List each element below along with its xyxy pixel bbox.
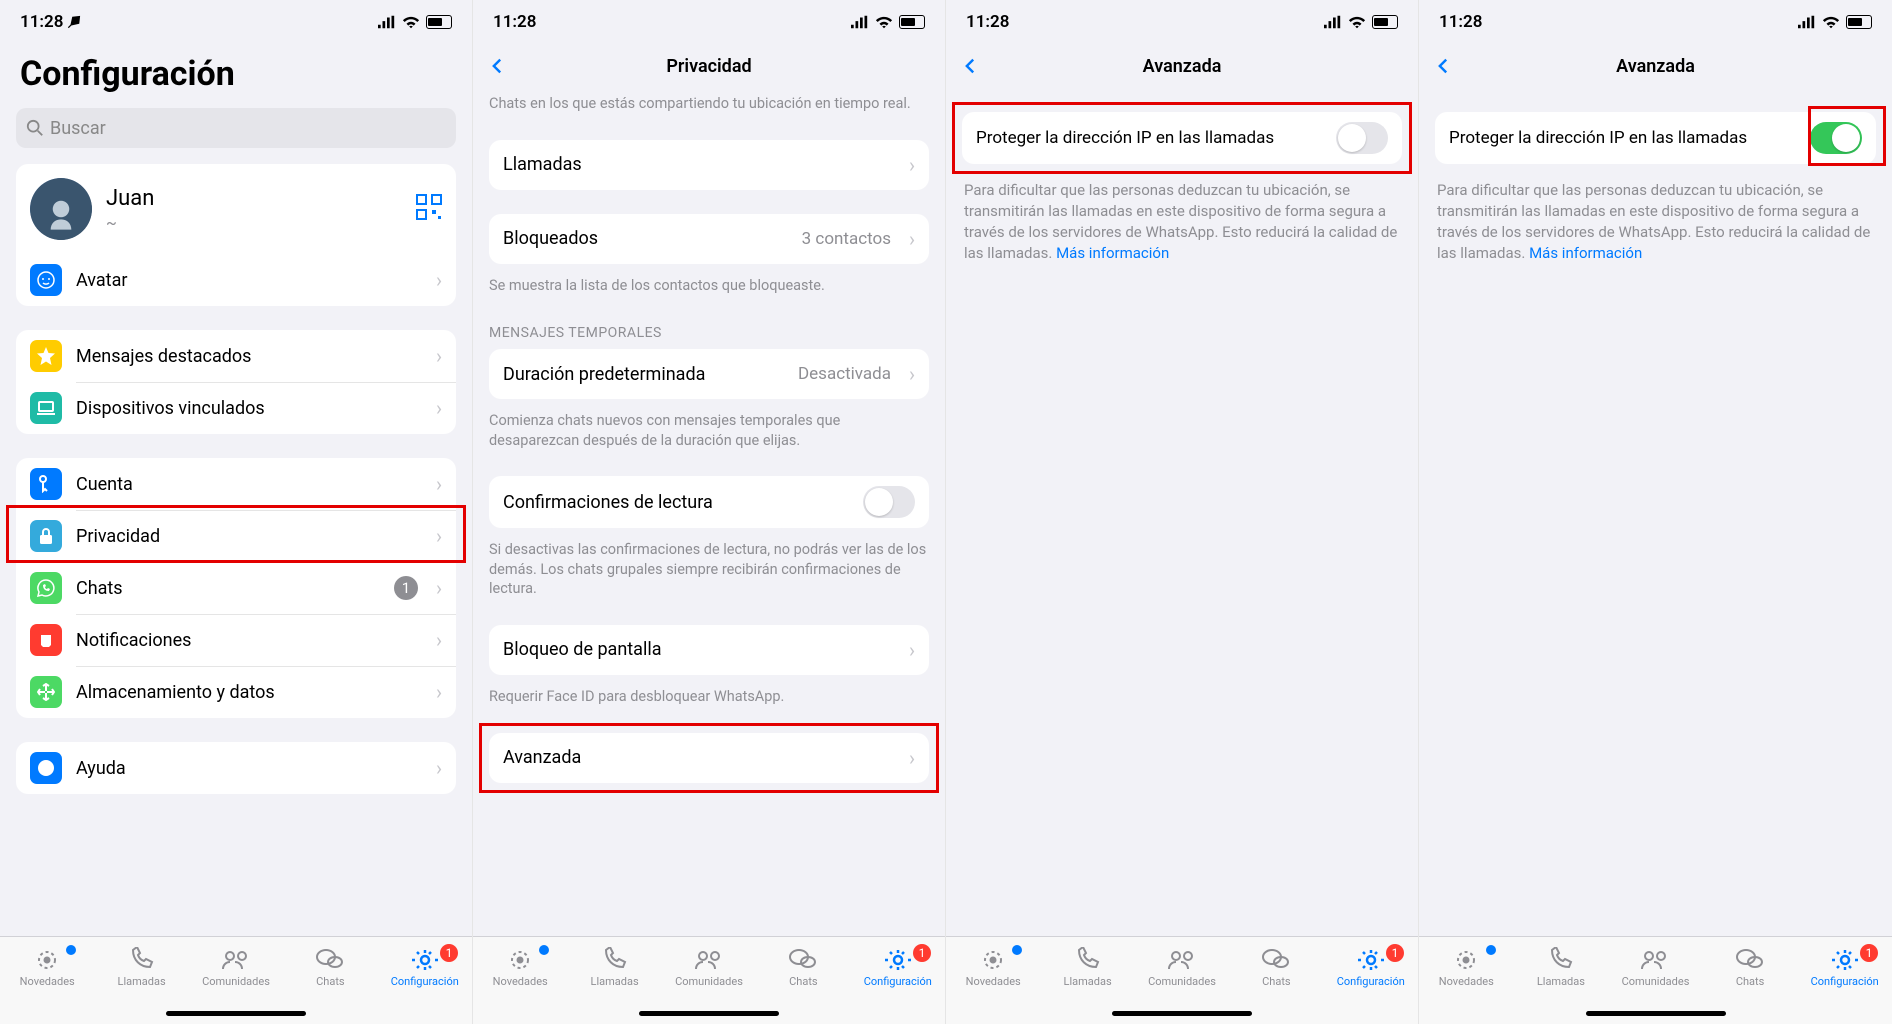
tab-communities[interactable]: Comunidades bbox=[1608, 947, 1703, 988]
storage-icon bbox=[30, 676, 62, 708]
nav-title: Avanzada bbox=[1143, 56, 1222, 77]
row-notifications[interactable]: Notificaciones › bbox=[16, 614, 456, 666]
status-bar: 11:28 bbox=[473, 0, 945, 44]
more-info-link[interactable]: Más información bbox=[1529, 244, 1642, 262]
temp-header: MENSAJES TEMPORALES bbox=[473, 321, 945, 349]
tab-settings[interactable]: 1Configuración bbox=[378, 947, 472, 988]
nav-header: Privacidad bbox=[473, 44, 945, 88]
row-blocked[interactable]: Bloqueados3 contactos› bbox=[489, 214, 929, 264]
tab-chats[interactable]: Chats bbox=[1703, 947, 1798, 988]
tab-settings[interactable]: 1Configuración bbox=[1324, 947, 1418, 988]
tab-settings[interactable]: 1Configuración bbox=[1797, 947, 1892, 988]
back-button[interactable] bbox=[962, 47, 978, 85]
search-icon bbox=[26, 119, 44, 137]
profile-subtitle: ~ bbox=[106, 213, 402, 232]
chats-badge: 1 bbox=[394, 576, 418, 600]
profile-name: Juan bbox=[106, 186, 402, 211]
row-account[interactable]: Cuenta › bbox=[16, 458, 456, 510]
read-footer: Si desactivas las confirmaciones de lect… bbox=[473, 534, 945, 613]
tab-communities[interactable]: Comunidades bbox=[1135, 947, 1229, 988]
tab-updates[interactable]: Novedades bbox=[473, 947, 567, 988]
screen-footer: Requerir Face ID para desbloquear WhatsA… bbox=[473, 681, 945, 721]
tab-communities[interactable]: Comunidades bbox=[662, 947, 756, 988]
qr-icon[interactable] bbox=[416, 194, 442, 224]
laptop-icon bbox=[30, 392, 62, 424]
key-icon bbox=[30, 468, 62, 500]
tab-communities[interactable]: Comunidades bbox=[189, 947, 283, 988]
row-screen-lock[interactable]: Bloqueo de pantalla› bbox=[489, 625, 929, 675]
tab-calls[interactable]: Llamadas bbox=[567, 947, 661, 988]
row-privacy[interactable]: Privacidad › bbox=[16, 510, 456, 562]
tab-chats[interactable]: Chats bbox=[1229, 947, 1323, 988]
back-button[interactable] bbox=[1435, 47, 1451, 85]
row-chats[interactable]: Chats 1 › bbox=[16, 562, 456, 614]
protect-ip-description: Para dificultar que las personas deduzca… bbox=[1419, 172, 1892, 278]
tab-calls[interactable]: Llamadas bbox=[94, 947, 188, 988]
nav-title: Privacidad bbox=[666, 56, 751, 77]
home-indicator bbox=[166, 1011, 306, 1016]
tab-calls[interactable]: Llamadas bbox=[1514, 947, 1609, 988]
tab-updates[interactable]: Novedades bbox=[0, 947, 94, 988]
status-bar: 11:28 bbox=[0, 0, 472, 44]
temp-footer: Comienza chats nuevos con mensajes tempo… bbox=[473, 405, 945, 464]
protect-ip-toggle-on[interactable] bbox=[1810, 122, 1862, 154]
tab-settings[interactable]: 1Configuración bbox=[851, 947, 945, 988]
tab-chats[interactable]: Chats bbox=[283, 947, 377, 988]
more-info-link[interactable]: Más información bbox=[1056, 244, 1169, 262]
row-avatar[interactable]: Avatar › bbox=[16, 254, 456, 306]
tab-chats[interactable]: Chats bbox=[756, 947, 850, 988]
row-default-duration[interactable]: Duración predeterminadaDesactivada› bbox=[489, 349, 929, 399]
nav-title: Avanzada bbox=[1616, 56, 1695, 77]
read-receipts-toggle[interactable] bbox=[863, 486, 915, 518]
search-input[interactable]: Buscar bbox=[16, 108, 456, 148]
back-button[interactable] bbox=[489, 47, 505, 85]
row-linked-devices[interactable]: Dispositivos vinculados › bbox=[16, 382, 456, 434]
row-protect-ip[interactable]: Proteger la dirección IP en las llamadas bbox=[1435, 112, 1876, 164]
protect-ip-toggle-off[interactable] bbox=[1336, 122, 1388, 154]
info-icon bbox=[30, 752, 62, 784]
page-title: Configuración bbox=[16, 54, 456, 94]
row-calls[interactable]: Llamadas› bbox=[489, 140, 929, 190]
lock-icon bbox=[30, 520, 62, 552]
blocked-footer: Se muestra la lista de los contactos que… bbox=[473, 270, 945, 310]
tab-updates[interactable]: Novedades bbox=[946, 947, 1040, 988]
chevron-icon: › bbox=[436, 268, 442, 292]
battery-icon bbox=[426, 15, 452, 29]
tab-calls[interactable]: Llamadas bbox=[1040, 947, 1134, 988]
row-help[interactable]: Ayuda › bbox=[16, 742, 456, 794]
whatsapp-icon bbox=[30, 572, 62, 604]
row-protect-ip[interactable]: Proteger la dirección IP en las llamadas bbox=[962, 112, 1402, 164]
row-read-receipts[interactable]: Confirmaciones de lectura bbox=[489, 476, 929, 528]
protect-ip-description: Para dificultar que las personas deduzca… bbox=[946, 172, 1418, 278]
location-footer: Chats en los que estás compartiendo tu u… bbox=[473, 88, 945, 128]
row-storage[interactable]: Almacenamiento y datos › bbox=[16, 666, 456, 718]
profile-row[interactable]: Juan ~ bbox=[16, 164, 456, 254]
wifi-icon bbox=[402, 15, 420, 29]
avatar-icon bbox=[30, 264, 62, 296]
star-icon bbox=[30, 340, 62, 372]
bell-icon bbox=[30, 624, 62, 656]
avatar bbox=[30, 178, 92, 240]
tab-updates[interactable]: Novedades bbox=[1419, 947, 1514, 988]
row-starred[interactable]: Mensajes destacados › bbox=[16, 330, 456, 382]
cellular-icon bbox=[378, 15, 396, 29]
row-advanced[interactable]: Avanzada› bbox=[489, 733, 929, 783]
